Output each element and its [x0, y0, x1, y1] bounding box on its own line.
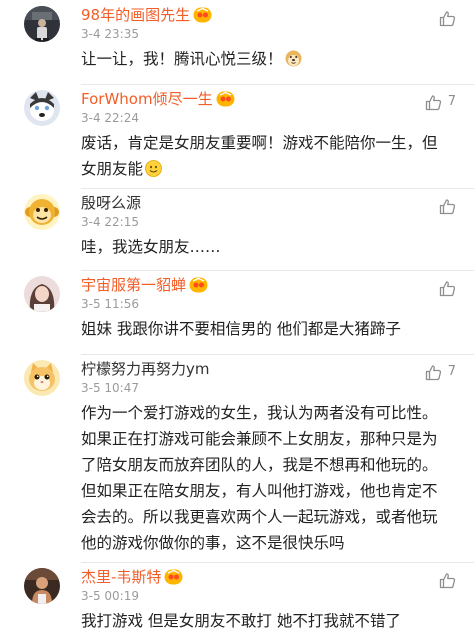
like-button[interactable]	[439, 570, 456, 590]
commenter-name[interactable]: ForWhom倾尽一生	[81, 88, 213, 110]
thumbs-up-icon	[439, 280, 456, 296]
commenter-name[interactable]: 殷呀么源	[81, 192, 141, 214]
vip-badge-icon	[193, 7, 212, 23]
comment-item: 宇宙服第一貂蝉 3-5 11:56 姐妹 我跟你讲不要相信男的 他们都是大猪蹄子	[0, 270, 474, 354]
dark-photo-avatar[interactable]	[24, 6, 60, 42]
dog-avatar[interactable]	[24, 90, 60, 126]
like-count: 7	[447, 364, 456, 379]
comment-item: 98年的画图先生 3-4 23:35 让一让，我！腾讯心悦三级！	[0, 0, 474, 84]
vip-badge-icon	[189, 277, 208, 293]
like-button[interactable]	[439, 196, 456, 216]
like-button[interactable]: 7	[425, 92, 456, 112]
comment-time: 3-5 10:47	[81, 381, 139, 395]
comment-time: 3-4 22:24	[81, 111, 139, 125]
vip-badge-icon	[216, 91, 235, 107]
comment-time: 3-5 00:19	[81, 589, 139, 603]
comment-item: 柠檬努力再努力ym 3-5 10:47 7 作为一个爱打游戏的女生，我认为两者没…	[0, 354, 474, 562]
girl-photo-avatar[interactable]	[24, 276, 60, 312]
commenter-name[interactable]: 98年的画图先生	[81, 4, 190, 26]
doge-emoji	[285, 50, 302, 67]
comment-text: 让一让，我！腾讯心悦三级！	[81, 46, 453, 72]
smile-emoji	[145, 160, 162, 177]
comment-item: 杰里-韦斯特 3-5 00:19 我打游戏 但是女朋友不敢打 她不打我就不错了	[0, 562, 474, 642]
like-button[interactable]	[439, 8, 456, 28]
comment-text: 我打游戏 但是女朋友不敢打 她不打我就不错了	[81, 612, 401, 630]
like-button[interactable]: 7	[425, 362, 456, 382]
monkey-avatar[interactable]	[24, 194, 60, 230]
like-button[interactable]	[439, 278, 456, 298]
man-photo-avatar[interactable]	[24, 568, 60, 604]
comment-text: 作为一个爱打游戏的女生，我认为两者没有可比性。 如果正在打游戏可能会兼顾不上女朋…	[81, 404, 438, 552]
like-count: 7	[447, 94, 456, 109]
cat-avatar[interactable]	[24, 360, 60, 396]
comment-item: 殷呀么源 3-4 22:15 哇，我选女朋友……	[0, 188, 474, 270]
comment-item: ForWhom倾尽一生 3-4 22:24 7 废话，肯定是女朋友重要啊！游戏不…	[0, 84, 474, 188]
thumbs-up-icon	[439, 572, 456, 588]
thumbs-up-icon	[439, 198, 456, 214]
thumbs-up-icon	[439, 10, 456, 26]
commenter-name[interactable]: 柠檬努力再努力ym	[81, 358, 210, 380]
comment-feed: 98年的画图先生 3-4 23:35 让一让，我！腾讯心悦三级！ ForWhom…	[0, 0, 474, 642]
commenter-name[interactable]: 宇宙服第一貂蝉	[81, 274, 186, 296]
comment-text: 哇，我选女朋友……	[81, 238, 221, 256]
vip-badge-icon	[164, 569, 183, 585]
thumbs-up-icon	[425, 94, 441, 110]
comment-time: 3-4 23:35	[81, 27, 139, 41]
commenter-name[interactable]: 杰里-韦斯特	[81, 566, 161, 588]
comment-text: 废话，肯定是女朋友重要啊！游戏不能陪你一生，但 女朋友能	[81, 134, 438, 178]
comment-text: 姐妹 我跟你讲不要相信男的 他们都是大猪蹄子	[81, 320, 401, 338]
comment-time: 3-4 22:15	[81, 215, 139, 229]
comment-time: 3-5 11:56	[81, 297, 139, 311]
thumbs-up-icon	[425, 364, 441, 380]
